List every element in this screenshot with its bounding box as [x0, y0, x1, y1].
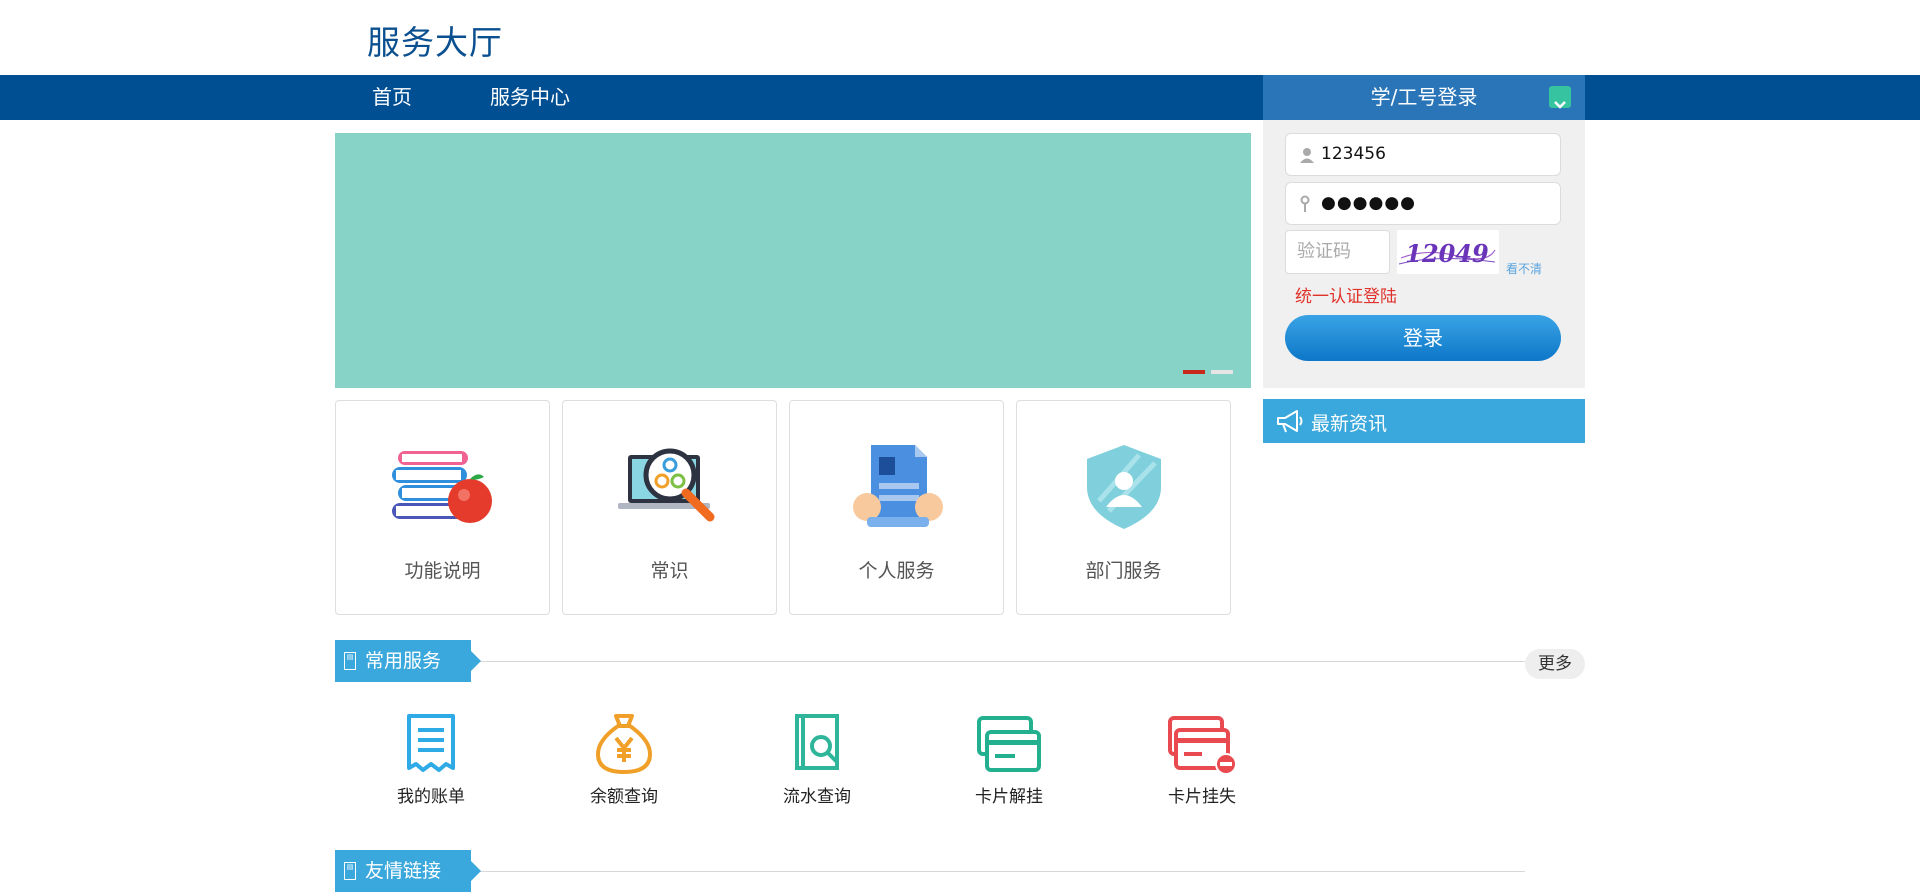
card-label: 常识 [650, 560, 689, 582]
links-tag: ▤ 友情链接 [335, 850, 482, 892]
service-card-report-lost[interactable]: 卡片挂失 [1142, 712, 1262, 812]
cards-icon [977, 716, 1041, 772]
megaphone-icon [1277, 410, 1303, 433]
service-my-bill[interactable]: 我的账单 [371, 712, 491, 812]
key-icon [1300, 195, 1310, 212]
navbar: 首页 服务中心 [0, 75, 1920, 120]
common-services-title: 常用服务 [365, 650, 442, 672]
news-header: 最新资讯 [1263, 399, 1585, 443]
captcha-image[interactable]: 12049 [1397, 230, 1499, 274]
username-field[interactable]: 123456 [1285, 133, 1561, 176]
ledger-search-icon [795, 714, 839, 770]
password-value: ●●●●●● [1321, 193, 1417, 213]
card-personal-service[interactable]: 个人服务 [789, 400, 1004, 615]
banner-carousel[interactable] [335, 133, 1251, 388]
service-label: 流水查询 [783, 787, 851, 807]
section-divider [455, 661, 1525, 662]
service-label: 卡片解挂 [975, 787, 1043, 807]
captcha-input[interactable]: 验证码 [1285, 230, 1390, 274]
service-label: 我的账单 [397, 787, 465, 807]
document-hands-icon [852, 445, 943, 527]
service-label: 卡片挂失 [1168, 787, 1236, 807]
header: 服务大厅 [0, 0, 1920, 75]
carousel-dots [1183, 370, 1233, 374]
captcha-text: 12049 [1405, 239, 1489, 268]
password-field[interactable]: ●●●●●● [1285, 182, 1561, 225]
card-department-service[interactable]: 部门服务 [1016, 400, 1231, 615]
login-tab-label: 学/工号登录 [1370, 85, 1478, 109]
chevron-down-icon[interactable] [1549, 86, 1571, 109]
card-label: 功能说明 [404, 560, 481, 582]
calendar-icon: ▤ [344, 652, 356, 670]
nav-item-service-center[interactable]: 服务中心 [490, 75, 570, 120]
username-value: 123456 [1321, 144, 1386, 164]
section-divider [455, 871, 1525, 872]
links-title: 友情链接 [365, 860, 442, 882]
service-balance-query[interactable]: 余额查询 [564, 712, 684, 812]
refresh-captcha-link[interactable]: 看不清 [1506, 260, 1542, 277]
login-button[interactable]: 登录 [1285, 315, 1561, 361]
sso-login-link[interactable]: 统一认证登陆 [1295, 282, 1397, 307]
nav-item-home[interactable]: 首页 [372, 75, 412, 120]
card-common-knowledge[interactable]: 常识 [562, 400, 777, 615]
books-apple-icon [391, 451, 492, 523]
calendar-icon: ▤ [344, 862, 356, 880]
card-lost-icon [1168, 716, 1237, 775]
service-transaction-query[interactable]: 流水查询 [757, 712, 877, 812]
card-label: 个人服务 [858, 560, 935, 582]
news-title: 最新资讯 [1311, 413, 1388, 435]
login-tab[interactable]: 学/工号登录 [1263, 75, 1585, 120]
card-instructions[interactable]: 功能说明 [335, 400, 550, 615]
common-services-header: ▤ 常用服务 更多 [335, 640, 1585, 682]
user-icon [1300, 148, 1314, 163]
common-services-tag: ▤ 常用服务 [335, 640, 482, 682]
service-label: 余额查询 [590, 787, 658, 807]
links-header: ▤ 友情链接 [335, 850, 1585, 892]
service-card-unfreeze[interactable]: 卡片解挂 [949, 712, 1069, 812]
card-label: 部门服务 [1085, 560, 1162, 582]
magnifier-laptop-icon [617, 448, 714, 522]
site-title[interactable]: 服务大厅 [367, 16, 503, 64]
carousel-dot[interactable] [1183, 370, 1205, 374]
login-panel: 123456 ●●●●●● 验证码 12049 看不清 统一认证登陆 登录 [1263, 120, 1585, 388]
money-bag-icon [595, 714, 653, 775]
shield-user-icon [1086, 445, 1161, 529]
more-button[interactable]: 更多 [1525, 649, 1585, 679]
bill-icon [407, 714, 455, 772]
carousel-dot[interactable] [1211, 370, 1233, 374]
